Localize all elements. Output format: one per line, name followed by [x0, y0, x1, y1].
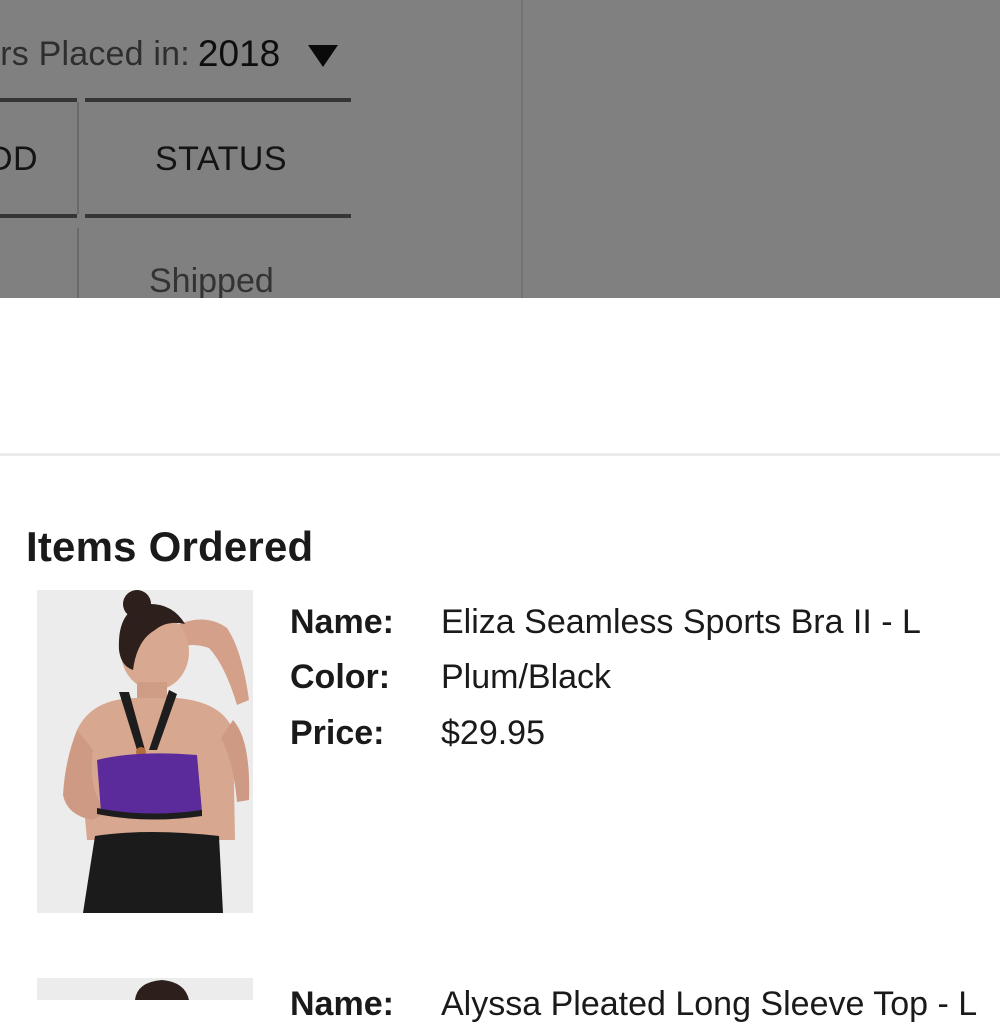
name-label: Name: [290, 603, 394, 641]
item-color-row: Color: Plum/Black [290, 658, 611, 697]
product-image-long-sleeve-top[interactable] [37, 978, 253, 1000]
panel-divider [521, 0, 523, 298]
long-sleeve-top-photo [37, 978, 253, 1000]
table-header-status: STATUS [155, 140, 288, 178]
table-header-top-rule [85, 98, 351, 102]
item-name: Alyssa Pleated Long Sleeve Top - L [441, 985, 978, 1023]
orders-background-overlay: ders Placed in: 2018 DD STATUS Shipped [0, 0, 1000, 298]
column-separator [77, 102, 79, 214]
color-label: Color: [290, 658, 391, 696]
items-ordered-heading: Items Ordered [26, 523, 314, 570]
item-price: $29.95 [441, 714, 545, 752]
caret-down-icon[interactable] [308, 45, 339, 67]
price-label: Price: [290, 714, 385, 752]
sports-bra-photo [37, 590, 253, 913]
item-name-row: Name: Alyssa Pleated Long Sleeve Top - L [290, 985, 977, 1024]
table-header-bottom-rule [85, 214, 351, 218]
sheet-divider [0, 453, 1000, 456]
orders-year-filter[interactable]: ders Placed in: 2018 [0, 30, 339, 78]
product-image-sports-bra[interactable] [37, 590, 253, 913]
order-status-cell: Shipped [149, 262, 274, 298]
table-header-bottom-rule [0, 214, 77, 218]
name-label: Name: [290, 985, 394, 1023]
table-header-top-rule [0, 98, 77, 102]
item-price-row: Price: $29.95 [290, 714, 545, 753]
orders-filter-year: 2018 [197, 33, 281, 74]
table-header-method: DD [0, 140, 39, 178]
column-separator [77, 228, 79, 298]
item-name: Eliza Seamless Sports Bra II - L [441, 603, 921, 641]
orders-filter-label: ders Placed in: [0, 34, 190, 73]
item-name-row: Name: Eliza Seamless Sports Bra II - L [290, 603, 921, 642]
item-color: Plum/Black [441, 658, 612, 696]
